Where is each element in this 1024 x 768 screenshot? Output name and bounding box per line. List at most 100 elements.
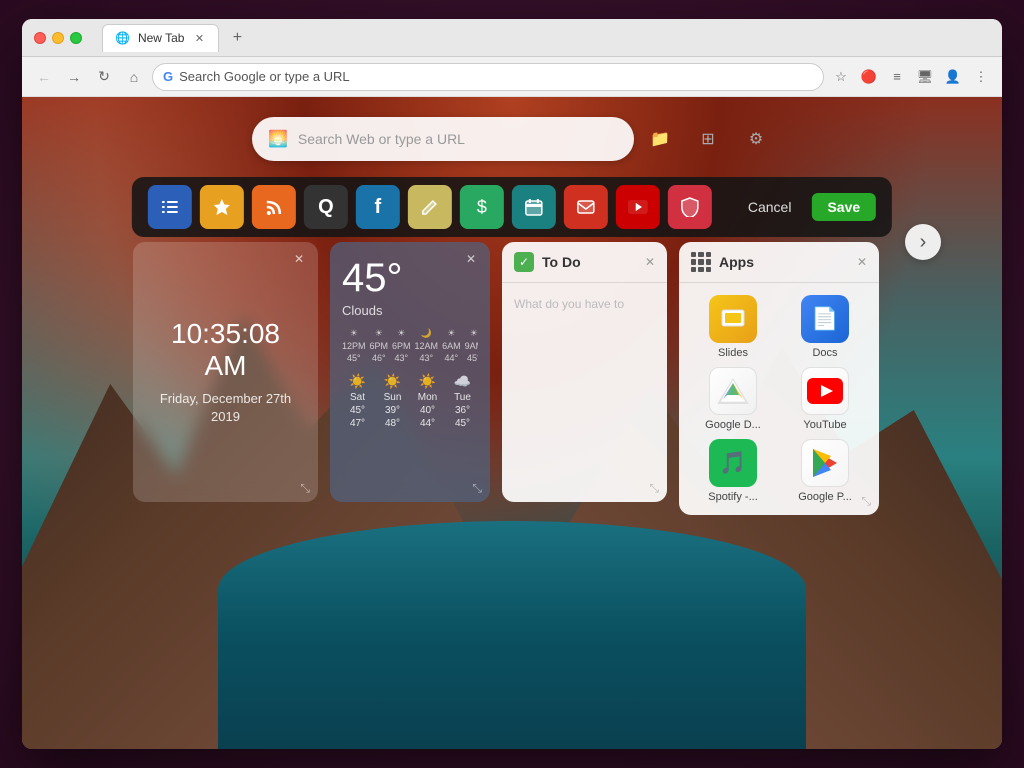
weather-resize-handle[interactable]: ⤡ [472, 481, 482, 496]
buffer-extension[interactable]: ≡ [886, 66, 908, 88]
slides-label: Slides [718, 347, 748, 359]
todo-resize-handle[interactable]: ⤡ [649, 481, 659, 496]
apps-grid: Slides 📄 Docs [679, 283, 879, 515]
google-icon: G [163, 69, 173, 84]
back-button[interactable]: ← [32, 65, 56, 89]
quick-links-bar: Q f $ Canc [132, 177, 892, 237]
weather-hour: ☀6AM44° [442, 328, 461, 363]
nav-bar: ← → ↻ ⌂ G Search Google or type a URL ☆ … [22, 57, 1002, 97]
todo-widget: ✓ To Do ✕ What do you have to ⤡ [502, 242, 667, 502]
search-icon: 🌅 [268, 129, 288, 149]
clock-resize-handle[interactable]: ⤡ [300, 481, 310, 496]
quicklink-calendar[interactable] [512, 185, 556, 229]
new-tab-button[interactable]: + [227, 28, 247, 48]
spotify-label: Spotify -... [708, 491, 758, 503]
forward-button[interactable]: → [62, 65, 86, 89]
weather-day-sun: ☀️Sun39°48° [377, 373, 408, 429]
quicklink-shield[interactable] [668, 185, 712, 229]
grid-dot [698, 252, 703, 257]
todo-header: ✓ To Do ✕ [502, 242, 667, 283]
grid-dot [698, 259, 703, 264]
clock-time: 10:35:08 AM [149, 318, 302, 382]
weather-temp: 45° [342, 256, 478, 301]
docs-label: Docs [812, 347, 837, 359]
save-button[interactable]: Save [811, 193, 876, 221]
weather-hour: ☀12PM45° [342, 328, 366, 363]
bookmark-button[interactable]: ☆ [830, 66, 852, 88]
tab-close-button[interactable]: ✕ [192, 31, 206, 45]
main-content: 🌅 Search Web or type a URL 📁 ⊞ ⚙ [22, 97, 1002, 749]
todo-close-button[interactable]: ✕ [645, 255, 655, 269]
quicklink-lists[interactable] [148, 185, 192, 229]
app-gplay[interactable]: Google P... [783, 439, 867, 503]
search-bar[interactable]: 🌅 Search Web or type a URL [252, 117, 634, 161]
close-window-button[interactable] [34, 32, 46, 44]
quicklink-rss[interactable] [252, 185, 296, 229]
weather-widget-close[interactable]: ✕ [462, 250, 480, 268]
app-spotify[interactable]: 🎵 Spotify -... [691, 439, 775, 503]
quicklink-quora[interactable]: Q [304, 185, 348, 229]
home-button[interactable]: ⌂ [122, 65, 146, 89]
quicklink-youtube[interactable] [616, 185, 660, 229]
apps-widget: Apps ✕ Slides 📄 Docs [679, 242, 879, 515]
youtube-label: YouTube [803, 419, 846, 431]
apps-close-button[interactable]: ✕ [857, 255, 867, 269]
tab-title: New Tab [138, 31, 184, 45]
todo-title: To Do [542, 254, 637, 270]
grid-dot [691, 259, 696, 264]
app-youtube[interactable]: YouTube [783, 367, 867, 431]
cancel-button[interactable]: Cancel [736, 193, 804, 221]
tab-bar: 🌐 New Tab ✕ + [102, 24, 990, 52]
grid-dot [706, 267, 711, 272]
apps-resize-handle[interactable]: ⤡ [861, 494, 871, 509]
docs-icon: 📄 [801, 295, 849, 343]
grid-dot [691, 252, 696, 257]
address-text: Search Google or type a URL [179, 69, 813, 84]
nav-actions: ☆ 🔴 ≡ 🖥 👤 ⋮ [830, 66, 992, 88]
clock-widget: ✕ 10:35:08 AM Friday, December 27th 2019… [133, 242, 318, 502]
youtube-icon [801, 367, 849, 415]
folder-icon[interactable]: 📁 [644, 123, 676, 155]
quicklink-facebook[interactable]: f [356, 185, 400, 229]
quicklink-money[interactable]: $ [460, 185, 504, 229]
gplay-icon [801, 439, 849, 487]
next-arrow-button[interactable]: › [905, 224, 941, 260]
weather-daily: ☀️Sat45°47° ☀️Sun39°48° ☀️Mon40°44° ☁️Tu… [342, 373, 478, 429]
maximize-window-button[interactable] [70, 32, 82, 44]
traffic-lights [34, 32, 82, 44]
settings-icon[interactable]: ⚙ [740, 123, 772, 155]
weather-hour: ☀9AM45° [465, 328, 478, 363]
more-button[interactable]: ⋮ [970, 66, 992, 88]
grid-dot [698, 267, 703, 272]
active-tab[interactable]: 🌐 New Tab ✕ [102, 24, 219, 52]
quicklink-email[interactable] [564, 185, 608, 229]
app-slides[interactable]: Slides [691, 295, 775, 359]
app-gdrive[interactable]: Google D... [691, 367, 775, 431]
weather-day-sat: ☀️Sat45°47° [342, 373, 373, 429]
grid-dot [706, 252, 711, 257]
lake [218, 521, 806, 749]
clock-widget-close[interactable]: ✕ [290, 250, 308, 268]
weather-day-mon: ☀️Mon40°44° [412, 373, 443, 429]
screencast-extension[interactable]: 🖥 [914, 66, 936, 88]
quicklink-edit[interactable] [408, 185, 452, 229]
apps-grid-icon [691, 252, 711, 272]
apps-header: Apps ✕ [679, 242, 879, 283]
gplay-label: Google P... [798, 491, 852, 503]
minimize-window-button[interactable] [52, 32, 64, 44]
app-docs[interactable]: 📄 Docs [783, 295, 867, 359]
profile-avatar[interactable]: 👤 [942, 66, 964, 88]
refresh-button[interactable]: ↻ [92, 65, 116, 89]
todo-check-icon: ✓ [514, 252, 534, 272]
quicklink-favorites[interactable] [200, 185, 244, 229]
weather-condition: Clouds [342, 303, 478, 318]
todo-placeholder: What do you have to [502, 283, 667, 325]
weather-widget: ✕ 45° Clouds ☀12PM45° ☀6PM46° ☀6PM43° 🌙1… [330, 242, 490, 502]
grid-icon[interactable]: ⊞ [692, 123, 724, 155]
slides-icon [709, 295, 757, 343]
clock-date: Friday, December 27th 2019 [160, 390, 291, 426]
tovino-extension[interactable]: 🔴 [858, 66, 880, 88]
search-action-icons: 📁 ⊞ ⚙ [644, 123, 772, 155]
address-bar[interactable]: G Search Google or type a URL [152, 63, 824, 91]
gdrive-label: Google D... [705, 419, 761, 431]
